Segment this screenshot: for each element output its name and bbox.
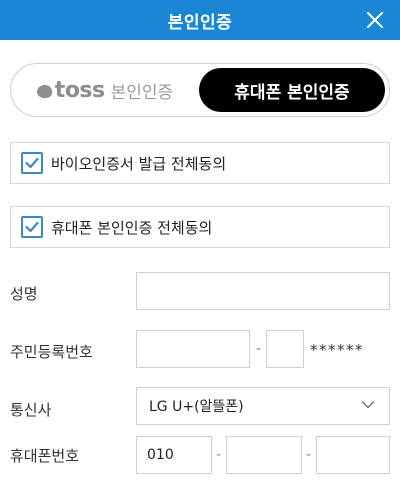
carrier-selected-value: LG U+(알뜰폰) [149, 399, 244, 415]
name-input[interactable] [136, 272, 390, 310]
resident-id-dash: - [256, 341, 262, 357]
phone-prefix-field[interactable]: 010 [136, 436, 212, 474]
checkmark-icon [25, 221, 39, 233]
bio-cert-agree-all[interactable]: 바이오인증서 발급 전체동의 [10, 142, 390, 184]
phone-dash-1: - [216, 447, 222, 463]
close-button[interactable] [360, 5, 390, 35]
tab-toss-auth[interactable]: toss 본인인증 [11, 64, 199, 116]
toss-logo-icon [36, 84, 52, 98]
resident-id-mask: ****** [310, 341, 364, 359]
name-label: 성명 [10, 285, 38, 303]
carrier-select[interactable]: LG U+(알뜰폰) [136, 387, 390, 425]
chevron-down-icon [361, 401, 375, 409]
toss-logo-text: toss [54, 77, 105, 103]
toss-logo: toss [36, 77, 105, 103]
phone-prefix-value: 010 [147, 447, 174, 463]
checkmark-icon [25, 157, 39, 169]
phone-dash-2: - [306, 447, 312, 463]
resident-id-front-input[interactable] [136, 330, 250, 368]
header-bar: 본인인증 [0, 0, 400, 40]
bio-cert-agree-label: 바이오인증서 발급 전체동의 [51, 154, 227, 173]
toss-auth-label: 본인인증 [110, 82, 174, 103]
carrier-label: 통신사 [10, 401, 52, 419]
phone-auth-label: 휴대폰 본인인증 [234, 82, 350, 103]
phone-middle-input[interactable] [226, 436, 302, 474]
auth-method-toggle: toss 본인인증 휴대폰 본인인증 [10, 63, 390, 117]
resident-id-label: 주민등록번호 [10, 343, 93, 361]
phone-auth-checkbox[interactable] [21, 216, 43, 238]
bio-cert-checkbox[interactable] [21, 152, 43, 174]
phone-auth-agree-all[interactable]: 휴대폰 본인인증 전체동의 [10, 206, 390, 248]
page-title: 본인인증 [167, 12, 233, 33]
close-icon [367, 12, 383, 28]
phone-auth-agree-label: 휴대폰 본인인증 전체동의 [51, 218, 213, 237]
phone-last-input[interactable] [316, 436, 390, 474]
phone-label: 휴대폰번호 [10, 447, 80, 465]
tab-phone-auth[interactable]: 휴대폰 본인인증 [199, 68, 385, 112]
resident-id-back-input[interactable] [266, 330, 304, 368]
